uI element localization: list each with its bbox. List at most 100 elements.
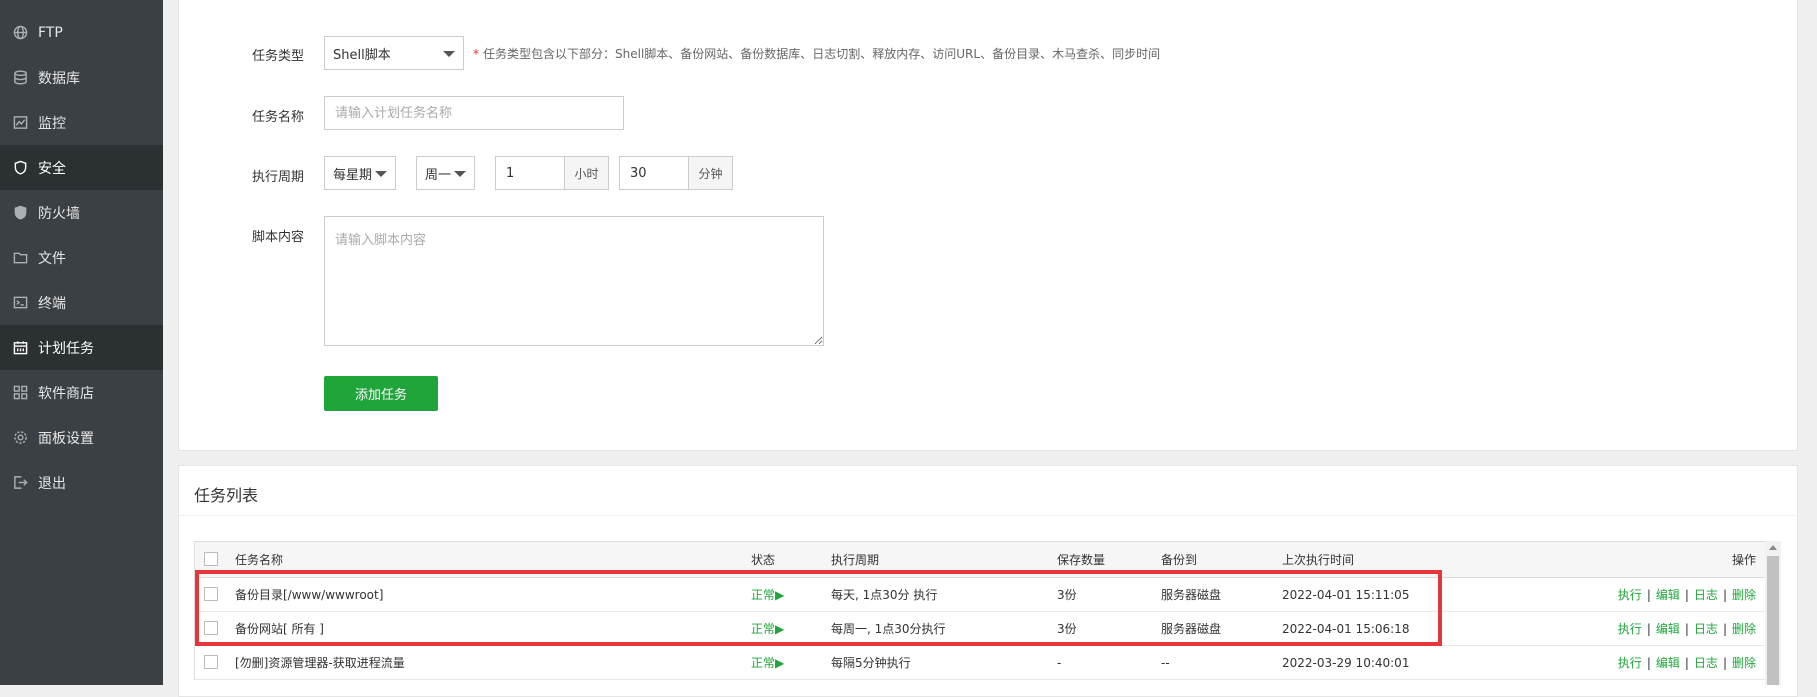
sidebar-item-monitor[interactable]: 监控 <box>0 100 163 145</box>
sidebar-item-label: 监控 <box>38 115 66 132</box>
row-checkbox[interactable] <box>204 621 218 635</box>
folder-icon <box>12 250 28 266</box>
apps-icon <box>12 385 28 401</box>
status-toggle[interactable]: 正常▶ <box>751 586 784 603</box>
delete-link[interactable]: 删除 <box>1732 656 1756 670</box>
task-name-label: 任务名称 <box>252 110 305 125</box>
row-checkbox[interactable] <box>204 655 218 669</box>
sidebar-item-label: 退出 <box>38 475 66 492</box>
task-keep: 3份 <box>1057 622 1077 636</box>
sidebar: FTP 数据库 监控 安全 防火墙 文件 终端 计划任务 软件商店 面板设置 退… <box>0 0 163 685</box>
status-toggle[interactable]: 正常▶ <box>751 620 784 637</box>
sidebar-item-terminal[interactable]: 终端 <box>0 280 163 325</box>
separator: | <box>1722 622 1727 636</box>
minute-input[interactable] <box>619 156 689 190</box>
run-link[interactable]: 执行 <box>1618 656 1642 670</box>
task-backup-to: 服务器磁盘 <box>1161 588 1222 602</box>
status-toggle[interactable]: 正常▶ <box>751 654 784 671</box>
script-textarea[interactable] <box>324 216 824 346</box>
run-link[interactable]: 执行 <box>1618 622 1642 636</box>
terminal-icon <box>12 295 28 311</box>
database-icon <box>12 70 28 86</box>
task-name: 备份网站[ 所有 ] <box>235 622 324 636</box>
add-task-button[interactable]: 添加任务 <box>324 376 438 411</box>
col-ops: 操作 <box>1731 553 1756 567</box>
task-last-run: 2022-03-29 10:40:01 <box>1282 655 1410 670</box>
task-type-hint: * 任务类型包含以下部分：Shell脚本、备份网站、备份数据库、日志切割、释放内存… <box>473 45 1160 62</box>
task-cycle: 每周一, 1点30分执行 <box>831 622 946 636</box>
cycle-label: 执行周期 <box>252 170 305 185</box>
delete-link[interactable]: 删除 <box>1732 588 1756 602</box>
table-row: 备份网站[ 所有 ] 正常▶ 每周一, 1点30分执行 3份 服务器磁盘 202… <box>195 612 1765 646</box>
task-name: [勿删]资源管理器-获取进程流量 <box>235 656 405 670</box>
sidebar-item-label: 数据库 <box>38 70 80 87</box>
run-link[interactable]: 执行 <box>1618 588 1642 602</box>
weekday-select[interactable]: 周一 <box>416 156 475 190</box>
scroll-up-icon[interactable] <box>1769 545 1777 550</box>
sidebar-item-cron[interactable]: 计划任务 <box>0 325 163 370</box>
sidebar-item-settings[interactable]: 面板设置 <box>0 415 163 460</box>
chevron-down-icon <box>454 171 466 177</box>
edit-link[interactable]: 编辑 <box>1656 622 1680 636</box>
scrollbar-thumb[interactable] <box>1767 556 1779 685</box>
task-name-input[interactable] <box>324 96 624 130</box>
separator: | <box>1684 588 1689 602</box>
sidebar-item-label: 文件 <box>38 250 66 267</box>
separator: | <box>1684 622 1689 636</box>
gear-icon <box>12 430 28 446</box>
col-name: 任务名称 <box>235 553 284 567</box>
sidebar-item-database[interactable]: 数据库 <box>0 55 163 100</box>
row-actions: 执行 | 编辑 | 日志 | 删除 <box>1618 620 1756 637</box>
task-cycle: 每天, 1点30分 执行 <box>831 588 938 602</box>
chevron-down-icon <box>375 171 387 177</box>
chevron-down-icon <box>443 51 455 57</box>
row-actions: 执行 | 编辑 | 日志 | 删除 <box>1618 654 1756 671</box>
hour-input[interactable] <box>495 156 565 190</box>
sidebar-item-store[interactable]: 软件商店 <box>0 370 163 415</box>
sidebar-item-ftp[interactable]: FTP <box>0 10 163 55</box>
script-label: 脚本内容 <box>252 230 305 245</box>
separator: | <box>1646 656 1651 670</box>
task-list-title: 任务列表 <box>194 486 259 505</box>
col-backup-to: 备份到 <box>1161 553 1198 567</box>
sidebar-item-label: 终端 <box>38 295 66 312</box>
shield-icon <box>12 160 28 176</box>
col-cycle: 执行周期 <box>831 553 880 567</box>
select-all-checkbox[interactable] <box>204 552 218 566</box>
task-type-value: Shell脚本 <box>333 47 391 63</box>
row-actions: 执行 | 编辑 | 日志 | 删除 <box>1618 586 1756 603</box>
logout-icon <box>12 475 28 491</box>
edit-link[interactable]: 编辑 <box>1656 656 1680 670</box>
sidebar-item-label: 面板设置 <box>38 430 94 447</box>
sidebar-item-logout[interactable]: 退出 <box>0 460 163 505</box>
cycle-type-select[interactable]: 每星期 <box>324 156 396 190</box>
sidebar-item-label: FTP <box>38 24 63 41</box>
task-last-run: 2022-04-01 15:11:05 <box>1282 587 1410 602</box>
log-link[interactable]: 日志 <box>1694 622 1718 636</box>
delete-link[interactable]: 删除 <box>1732 622 1756 636</box>
divider <box>179 515 1795 516</box>
task-type-hint-text: 任务类型包含以下部分：Shell脚本、备份网站、备份数据库、日志切割、释放内存、… <box>483 47 1161 61</box>
edit-link[interactable]: 编辑 <box>1656 588 1680 602</box>
sidebar-item-security[interactable]: 安全 <box>0 145 163 190</box>
sidebar-item-firewall[interactable]: 防火墙 <box>0 190 163 235</box>
sidebar-item-label: 计划任务 <box>38 340 94 357</box>
log-link[interactable]: 日志 <box>1694 656 1718 670</box>
calendar-icon <box>12 340 28 356</box>
sidebar-item-files[interactable]: 文件 <box>0 235 163 280</box>
sidebar-item-label: 软件商店 <box>38 385 94 402</box>
firewall-icon <box>12 205 28 221</box>
task-table: 任务名称 状态 执行周期 保存数量 备份到 上次执行时间 操作 备份目录[/ww… <box>194 541 1766 680</box>
log-link[interactable]: 日志 <box>1694 588 1718 602</box>
minute-unit: 分钟 <box>689 156 733 190</box>
hour-unit: 小时 <box>565 156 609 190</box>
row-checkbox[interactable] <box>204 587 218 601</box>
separator: | <box>1684 656 1689 670</box>
task-name: 备份目录[/www/wwwroot] <box>235 588 384 602</box>
separator: | <box>1722 656 1727 670</box>
task-type-select[interactable]: Shell脚本 <box>324 36 464 70</box>
weekday-value: 周一 <box>425 167 452 183</box>
task-backup-to: 服务器磁盘 <box>1161 622 1222 636</box>
separator: | <box>1646 622 1651 636</box>
separator: | <box>1646 588 1651 602</box>
